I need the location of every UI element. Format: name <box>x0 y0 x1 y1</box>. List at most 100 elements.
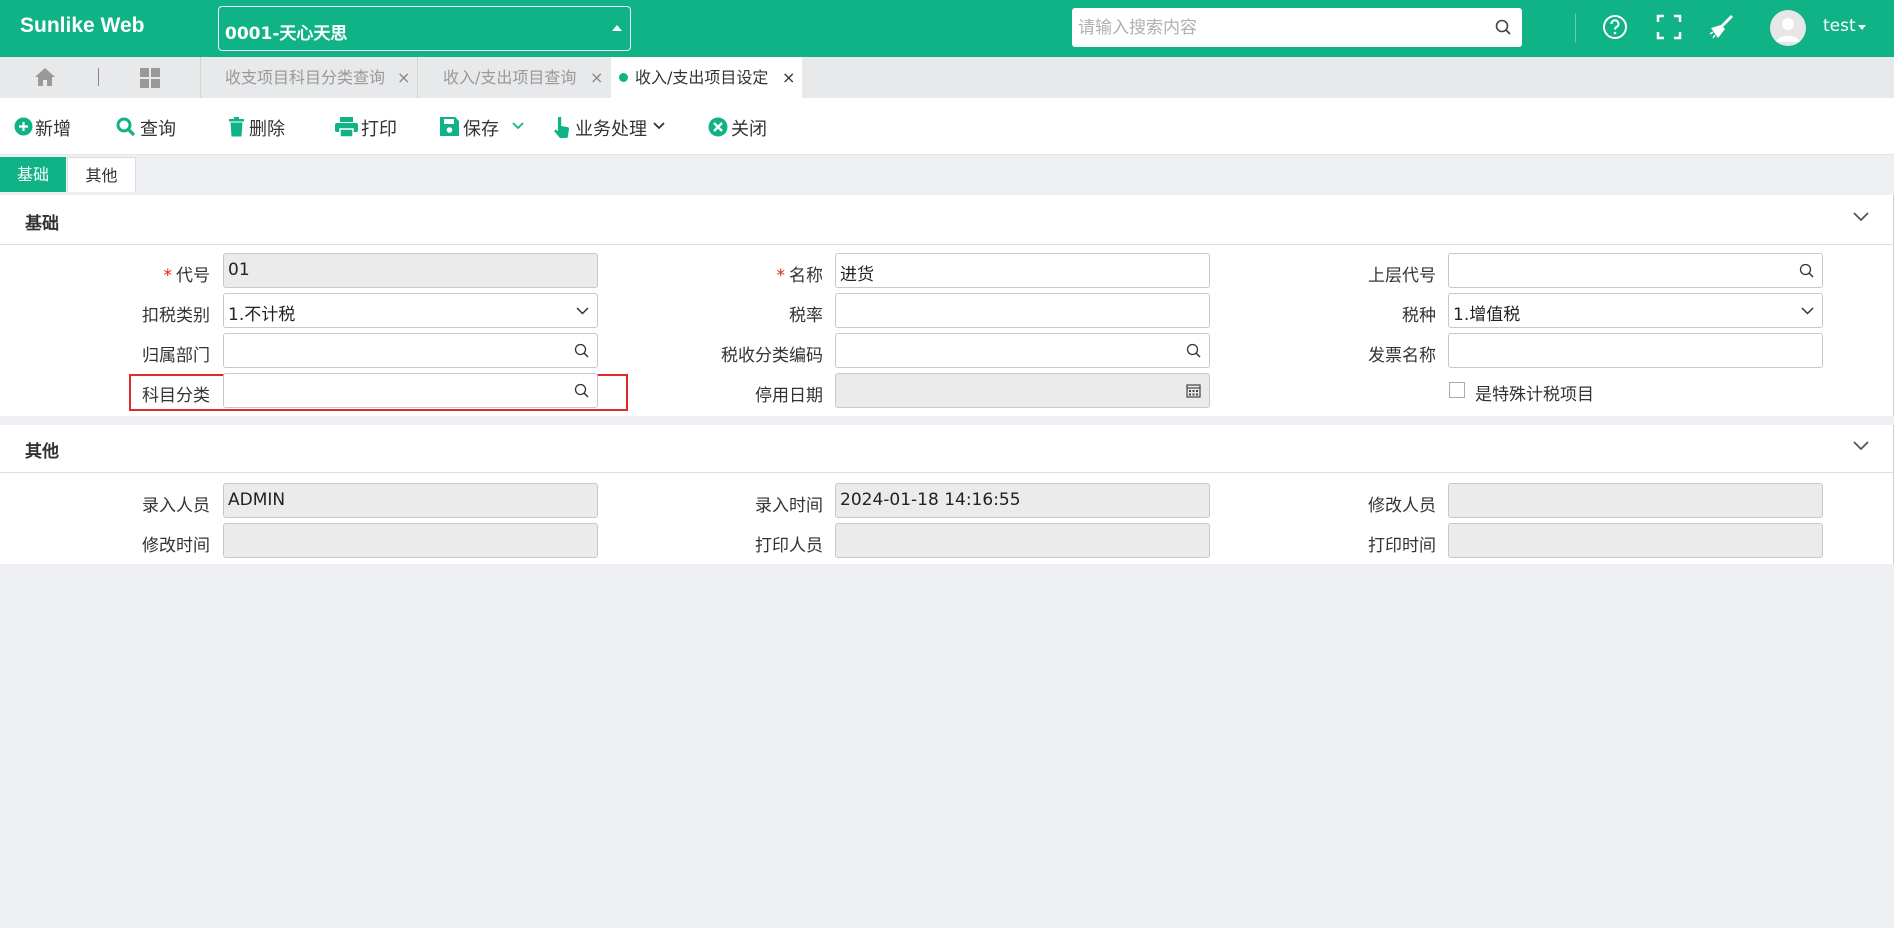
section-divider <box>0 472 1894 473</box>
create-time-label: 录入时间 <box>755 496 823 516</box>
home-icon[interactable] <box>34 67 56 87</box>
save-button[interactable]: 保存 <box>440 115 524 140</box>
broom-icon[interactable] <box>1708 14 1736 40</box>
search-icon[interactable] <box>1495 19 1512 36</box>
trash-icon <box>229 117 244 137</box>
modifier-label: 修改人员 <box>1368 496 1436 516</box>
chevron-down-icon <box>1801 307 1814 315</box>
form-tab-basic[interactable]: 基础 <box>0 157 66 192</box>
grid-menu-icon[interactable] <box>139 67 161 89</box>
company-select[interactable]: 0001-天心天思 <box>218 6 631 51</box>
search-icon[interactable] <box>574 343 589 358</box>
tax-rate-label: 税率 <box>789 306 823 326</box>
delete-button[interactable]: 删除 <box>228 115 290 140</box>
print-time-field[interactable] <box>1448 523 1823 558</box>
print-button[interactable]: 打印 <box>335 115 399 140</box>
chevron-down-icon[interactable] <box>512 122 524 130</box>
tax-type-select[interactable]: 1.增值税 <box>1448 293 1823 328</box>
stop-date-field[interactable] <box>835 373 1210 408</box>
avatar[interactable] <box>1770 10 1806 46</box>
fullscreen-icon[interactable] <box>1656 14 1682 40</box>
chevron-down-icon <box>576 307 589 315</box>
close-button[interactable]: 关闭 <box>708 115 770 140</box>
chevron-down-icon[interactable] <box>1853 212 1869 222</box>
create-time-field[interactable]: 2024-01-18 14:16:55 <box>835 483 1210 518</box>
form-tab-other[interactable]: 其他 <box>67 157 136 192</box>
special-tax-checkbox[interactable] <box>1449 382 1465 398</box>
modify-time-label: 修改时间 <box>142 536 210 556</box>
hand-pointer-icon <box>554 117 569 138</box>
print-time-label: 打印时间 <box>1368 536 1436 556</box>
toolbar: 新增 查询 删除 打印 保存 业务处理 关闭 <box>0 98 1894 155</box>
section-title: 基础 <box>25 214 59 234</box>
printer-icon <box>335 117 358 137</box>
creator-field[interactable]: ADMIN <box>223 483 598 518</box>
new-button[interactable]: 新增 <box>14 115 76 140</box>
search-icon <box>116 117 136 137</box>
invoice-name-field[interactable] <box>1448 333 1823 368</box>
name-field[interactable]: 进货 <box>835 253 1210 288</box>
plus-circle-icon <box>14 117 33 136</box>
tab-item-query[interactable]: 收入/支出项目查询 × <box>417 57 610 98</box>
invoice-name-label: 发票名称 <box>1368 346 1436 366</box>
close-icon[interactable]: × <box>397 57 410 98</box>
active-dot <box>619 73 628 82</box>
chevron-down-icon[interactable] <box>653 122 665 130</box>
search-icon[interactable] <box>1186 343 1201 358</box>
chevron-down-icon[interactable] <box>1858 25 1866 30</box>
query-button[interactable]: 查询 <box>116 115 178 140</box>
chevron-down-icon[interactable] <box>1853 441 1869 451</box>
tax-type-label: 税种 <box>1402 306 1436 326</box>
search-icon[interactable] <box>1799 263 1814 278</box>
tab-label: 收入/支出项目查询 <box>443 68 577 87</box>
close-icon[interactable]: × <box>782 57 795 98</box>
modify-time-field[interactable] <box>223 523 598 558</box>
header-divider <box>1575 13 1576 43</box>
tab-label: 收支项目科目分类查询 <box>225 68 386 87</box>
dept-label: 归属部门 <box>142 346 210 366</box>
printer-label: 打印人员 <box>755 536 823 556</box>
section-title: 其他 <box>25 442 59 462</box>
modifier-field[interactable] <box>1448 483 1823 518</box>
calendar-icon[interactable] <box>1186 383 1201 398</box>
global-search[interactable] <box>1072 8 1522 47</box>
creator-label: 录入人员 <box>142 496 210 516</box>
company-select-value: 0001-天心天思 <box>225 24 348 44</box>
tax-class-code-field[interactable] <box>835 333 1210 368</box>
tax-deduct-label: 扣税类别 <box>142 306 210 326</box>
tab-label: 收入/支出项目设定 <box>635 68 769 87</box>
page-tabs-bar: 收支项目科目分类查询 × 收入/支出项目查询 × 收入/支出项目设定 × <box>0 57 1894 98</box>
tax-deduct-select[interactable]: 1.不计税 <box>223 293 598 328</box>
tab-subject-category-query[interactable]: 收支项目科目分类查询 × <box>200 57 417 98</box>
help-icon[interactable] <box>1602 14 1628 40</box>
required-asterisk: * <box>776 266 786 286</box>
business-process-button[interactable]: 业务处理 <box>553 115 668 140</box>
required-asterisk: * <box>163 266 173 286</box>
printer-field[interactable] <box>835 523 1210 558</box>
stop-date-label: 停用日期 <box>755 386 823 406</box>
tax-class-code-label: 税收分类编码 <box>721 346 823 366</box>
special-tax-label[interactable]: 是特殊计税项目 <box>1475 380 1594 405</box>
user-avatar-icon <box>1776 18 1800 42</box>
search-icon[interactable] <box>574 383 589 398</box>
tax-rate-field[interactable] <box>835 293 1210 328</box>
name-label: * 名称 <box>776 266 824 286</box>
caret-up-icon <box>612 25 622 31</box>
search-input[interactable] <box>1078 15 1478 40</box>
dept-field[interactable] <box>223 333 598 368</box>
tab-divider <box>98 68 99 86</box>
tab-item-settings[interactable]: 收入/支出项目设定 × <box>611 57 802 98</box>
username[interactable]: test <box>1823 16 1856 36</box>
app-brand: Sunlike Web <box>20 14 145 37</box>
parent-code-label: 上层代号 <box>1368 266 1436 286</box>
code-field[interactable]: 01 <box>223 253 598 288</box>
subject-category-label: 科目分类 <box>142 386 210 406</box>
top-header: Sunlike Web 0001-天心天思 test <box>0 0 1894 57</box>
parent-code-field[interactable] <box>1448 253 1823 288</box>
subject-category-field[interactable] <box>223 373 598 408</box>
floppy-disk-icon <box>440 117 459 136</box>
section-divider <box>0 244 1894 245</box>
close-circle-icon <box>708 117 728 137</box>
close-icon[interactable]: × <box>590 57 603 98</box>
code-label: * 代号 <box>163 266 211 286</box>
